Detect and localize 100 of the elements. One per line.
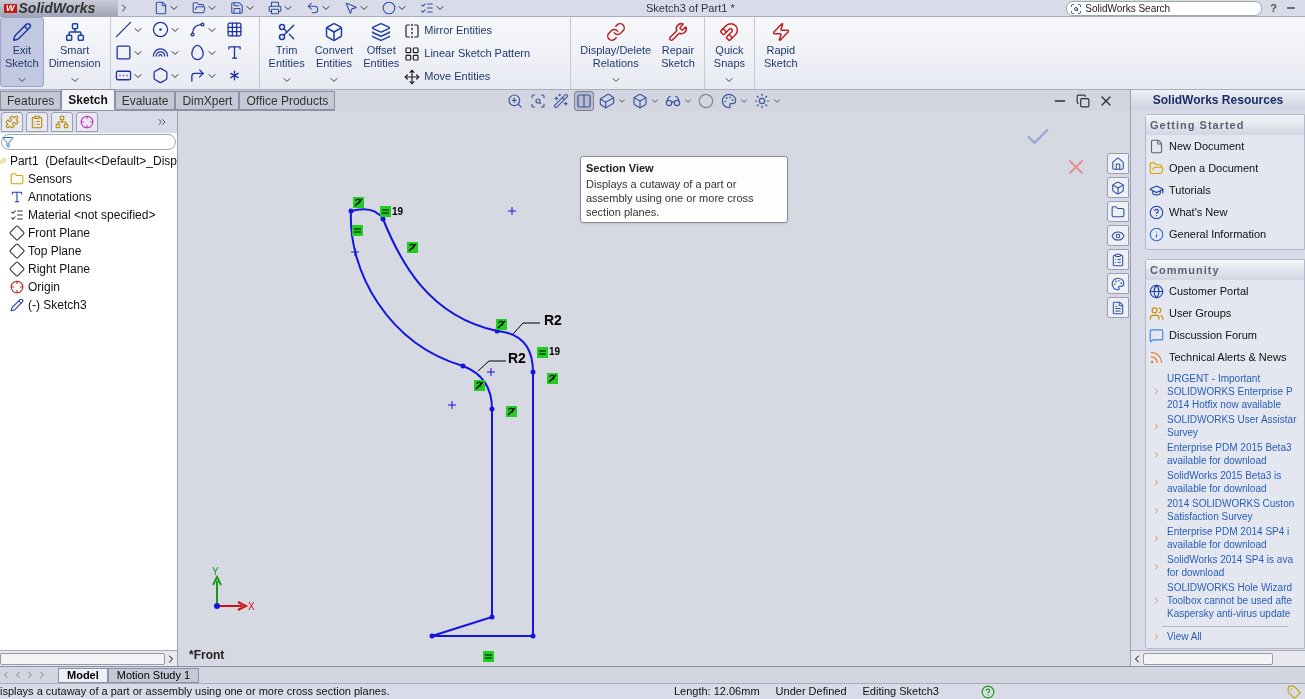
tree-item[interactable]: (-) Sketch3 bbox=[0, 296, 177, 314]
ribbon-button[interactable]: Trim Entities bbox=[263, 17, 310, 87]
news-link[interactable]: Enterprise PDM 2014 SP4 i available for download bbox=[1167, 525, 1290, 551]
bottom-tab[interactable]: Motion Study 1 bbox=[107, 667, 200, 683]
view-toolbar-button[interactable] bbox=[574, 90, 595, 111]
status-definition: Under Defined bbox=[774, 684, 848, 699]
home-icon bbox=[1111, 156, 1125, 171]
leader-line bbox=[477, 360, 507, 372]
wand-icon bbox=[553, 92, 570, 109]
more-icon[interactable] bbox=[156, 116, 168, 128]
news-link[interactable]: 2014 SOLIDWORKS Custon Satisfaction Survey bbox=[1167, 497, 1295, 523]
fillet-icon[interactable] bbox=[188, 67, 206, 84]
tree-item[interactable]: Origin bbox=[0, 278, 177, 296]
tree-item[interactable]: Sensors bbox=[0, 170, 177, 188]
tree-item[interactable]: Top Plane bbox=[0, 242, 177, 260]
ribbon-tab[interactable]: Sketch bbox=[61, 89, 115, 110]
save-icon[interactable] bbox=[230, 1, 244, 15]
pointer-icon[interactable] bbox=[344, 1, 358, 15]
bottom-tab[interactable]: Model bbox=[58, 667, 108, 683]
spline-icon[interactable] bbox=[188, 21, 206, 38]
help-button[interactable]: ? bbox=[1270, 0, 1277, 17]
polygon-icon[interactable] bbox=[151, 67, 169, 84]
configuration-icon bbox=[55, 115, 69, 129]
text-icon[interactable] bbox=[225, 44, 243, 61]
horizontal-scrollbar[interactable] bbox=[1131, 650, 1305, 666]
news-link[interactable]: URGENT - Important SOLIDWORKS Enterprise P 2014 Hotfix now available bbox=[1167, 372, 1293, 411]
news-link[interactable]: SolidWorks 2015 Beta3 is available for download bbox=[1167, 469, 1282, 495]
tree-item[interactable]: Front Plane bbox=[0, 224, 177, 242]
palette-icon bbox=[721, 92, 738, 109]
undo-icon[interactable] bbox=[306, 1, 320, 15]
group-title: Getting Started bbox=[1146, 115, 1304, 135]
resource-link[interactable]: General Information bbox=[1146, 223, 1304, 245]
ribbon-button[interactable]: Exit Sketch bbox=[0, 17, 44, 87]
ribbon-tab[interactable]: DimXpert bbox=[175, 91, 240, 110]
filter-field[interactable] bbox=[1, 134, 176, 150]
view-all-link[interactable]: View All bbox=[1167, 629, 1202, 644]
tree-item[interactable]: Annotations bbox=[0, 188, 177, 206]
task-pane-tab[interactable] bbox=[1107, 225, 1129, 246]
ribbon-button[interactable]: Convert Entities bbox=[309, 17, 359, 87]
ribbon-button[interactable]: Repair Sketch bbox=[656, 17, 700, 87]
resource-link[interactable]: New Document bbox=[1146, 135, 1304, 157]
news-link[interactable]: SolidWorks 2014 SP4 is ava for download bbox=[1167, 553, 1293, 579]
manager-tab[interactable] bbox=[51, 112, 73, 132]
rectangle-icon[interactable] bbox=[114, 44, 132, 61]
plane-icon bbox=[7, 259, 27, 279]
resource-link[interactable]: What's New bbox=[1146, 201, 1304, 223]
news-link[interactable]: Enterprise PDM 2015 Beta3 available for download bbox=[1167, 441, 1292, 467]
resource-link[interactable]: User Groups bbox=[1146, 302, 1304, 324]
dimension-label[interactable]: R2 bbox=[544, 312, 562, 328]
circle-icon[interactable] bbox=[151, 21, 169, 38]
ribbon-list-command[interactable]: Linear Sketch Pattern bbox=[404, 44, 567, 63]
ribbon-tab[interactable]: Office Products bbox=[239, 91, 336, 110]
snap-icon bbox=[719, 22, 740, 42]
ribbon-button[interactable]: Rapid Sketch bbox=[759, 17, 803, 87]
resource-link[interactable]: Technical Alerts & News bbox=[1146, 346, 1304, 368]
restore-icon[interactable] bbox=[1076, 93, 1090, 108]
tag-icon[interactable] bbox=[1287, 684, 1301, 699]
tree-item[interactable]: Material <not specified> bbox=[0, 206, 177, 224]
ribbon-button[interactable]: Quick Snaps bbox=[708, 17, 750, 87]
dimension-label[interactable]: R2 bbox=[508, 350, 526, 366]
list-icon bbox=[1111, 252, 1125, 267]
section-view-icon bbox=[576, 92, 593, 109]
task-pane-tab[interactable] bbox=[1107, 201, 1129, 222]
search-field[interactable]: SolidWorks Search bbox=[1066, 0, 1263, 16]
horizontal-scrollbar[interactable] bbox=[0, 650, 177, 666]
line-icon[interactable] bbox=[114, 21, 132, 38]
printer-icon[interactable] bbox=[268, 1, 282, 15]
speech-bubble-icon bbox=[1149, 327, 1164, 343]
resource-link[interactable]: Open a Document bbox=[1146, 157, 1304, 179]
manager-tab[interactable] bbox=[26, 112, 48, 132]
info-icon bbox=[1149, 226, 1164, 242]
ribbon-list-command[interactable]: Mirror Entities bbox=[404, 21, 567, 40]
tree-item[interactable]: Part1 (Default<<Default>_Disp bbox=[0, 152, 177, 170]
manager-tab[interactable] bbox=[1, 112, 23, 132]
grid-icon[interactable] bbox=[225, 21, 243, 38]
resource-link[interactable]: Customer Portal bbox=[1146, 280, 1304, 302]
ribbon-button[interactable]: Offset Entities bbox=[358, 17, 405, 87]
app-logo: W SolidWorks bbox=[0, 0, 118, 17]
graphics-area[interactable]: 19 19 R2 R2 Y X Section View Displays a cutaway of a part or assembly using one or more cross section planes. *Front bbox=[178, 111, 1106, 666]
new-file-icon[interactable] bbox=[154, 1, 168, 15]
task-pane-tab[interactable] bbox=[1107, 153, 1129, 174]
ribbon-tab[interactable]: Features bbox=[0, 91, 62, 110]
ribbon-button[interactable]: Display/Delete Relations bbox=[575, 17, 657, 87]
folder-icon[interactable] bbox=[192, 1, 206, 15]
target-icon bbox=[80, 115, 94, 129]
news-link[interactable]: SOLIDWORKS Hole Wizard Toolbox cannot be used afte Kaspersky anti-virus update bbox=[1167, 581, 1293, 620]
task-pane-tab[interactable] bbox=[1107, 297, 1129, 318]
ribbon-button[interactable]: Smart Dimension bbox=[43, 17, 106, 87]
manager-tab[interactable] bbox=[76, 112, 98, 132]
ribbon-tab[interactable]: Evaluate bbox=[114, 91, 176, 110]
options-icon[interactable] bbox=[420, 1, 434, 15]
resource-link[interactable]: Tutorials bbox=[1146, 179, 1304, 201]
resource-link[interactable]: Discussion Forum bbox=[1146, 324, 1304, 346]
help-icon[interactable] bbox=[980, 684, 995, 699]
task-pane-tab[interactable] bbox=[1107, 249, 1129, 270]
ribbon-list-command[interactable]: Move Entities bbox=[404, 67, 567, 86]
task-pane-tab[interactable] bbox=[1107, 177, 1129, 198]
tree-item[interactable]: Right Plane bbox=[0, 260, 177, 278]
task-pane-tab[interactable] bbox=[1107, 273, 1129, 294]
news-link[interactable]: SOLIDWORKS User Assistar Survey bbox=[1167, 413, 1297, 439]
